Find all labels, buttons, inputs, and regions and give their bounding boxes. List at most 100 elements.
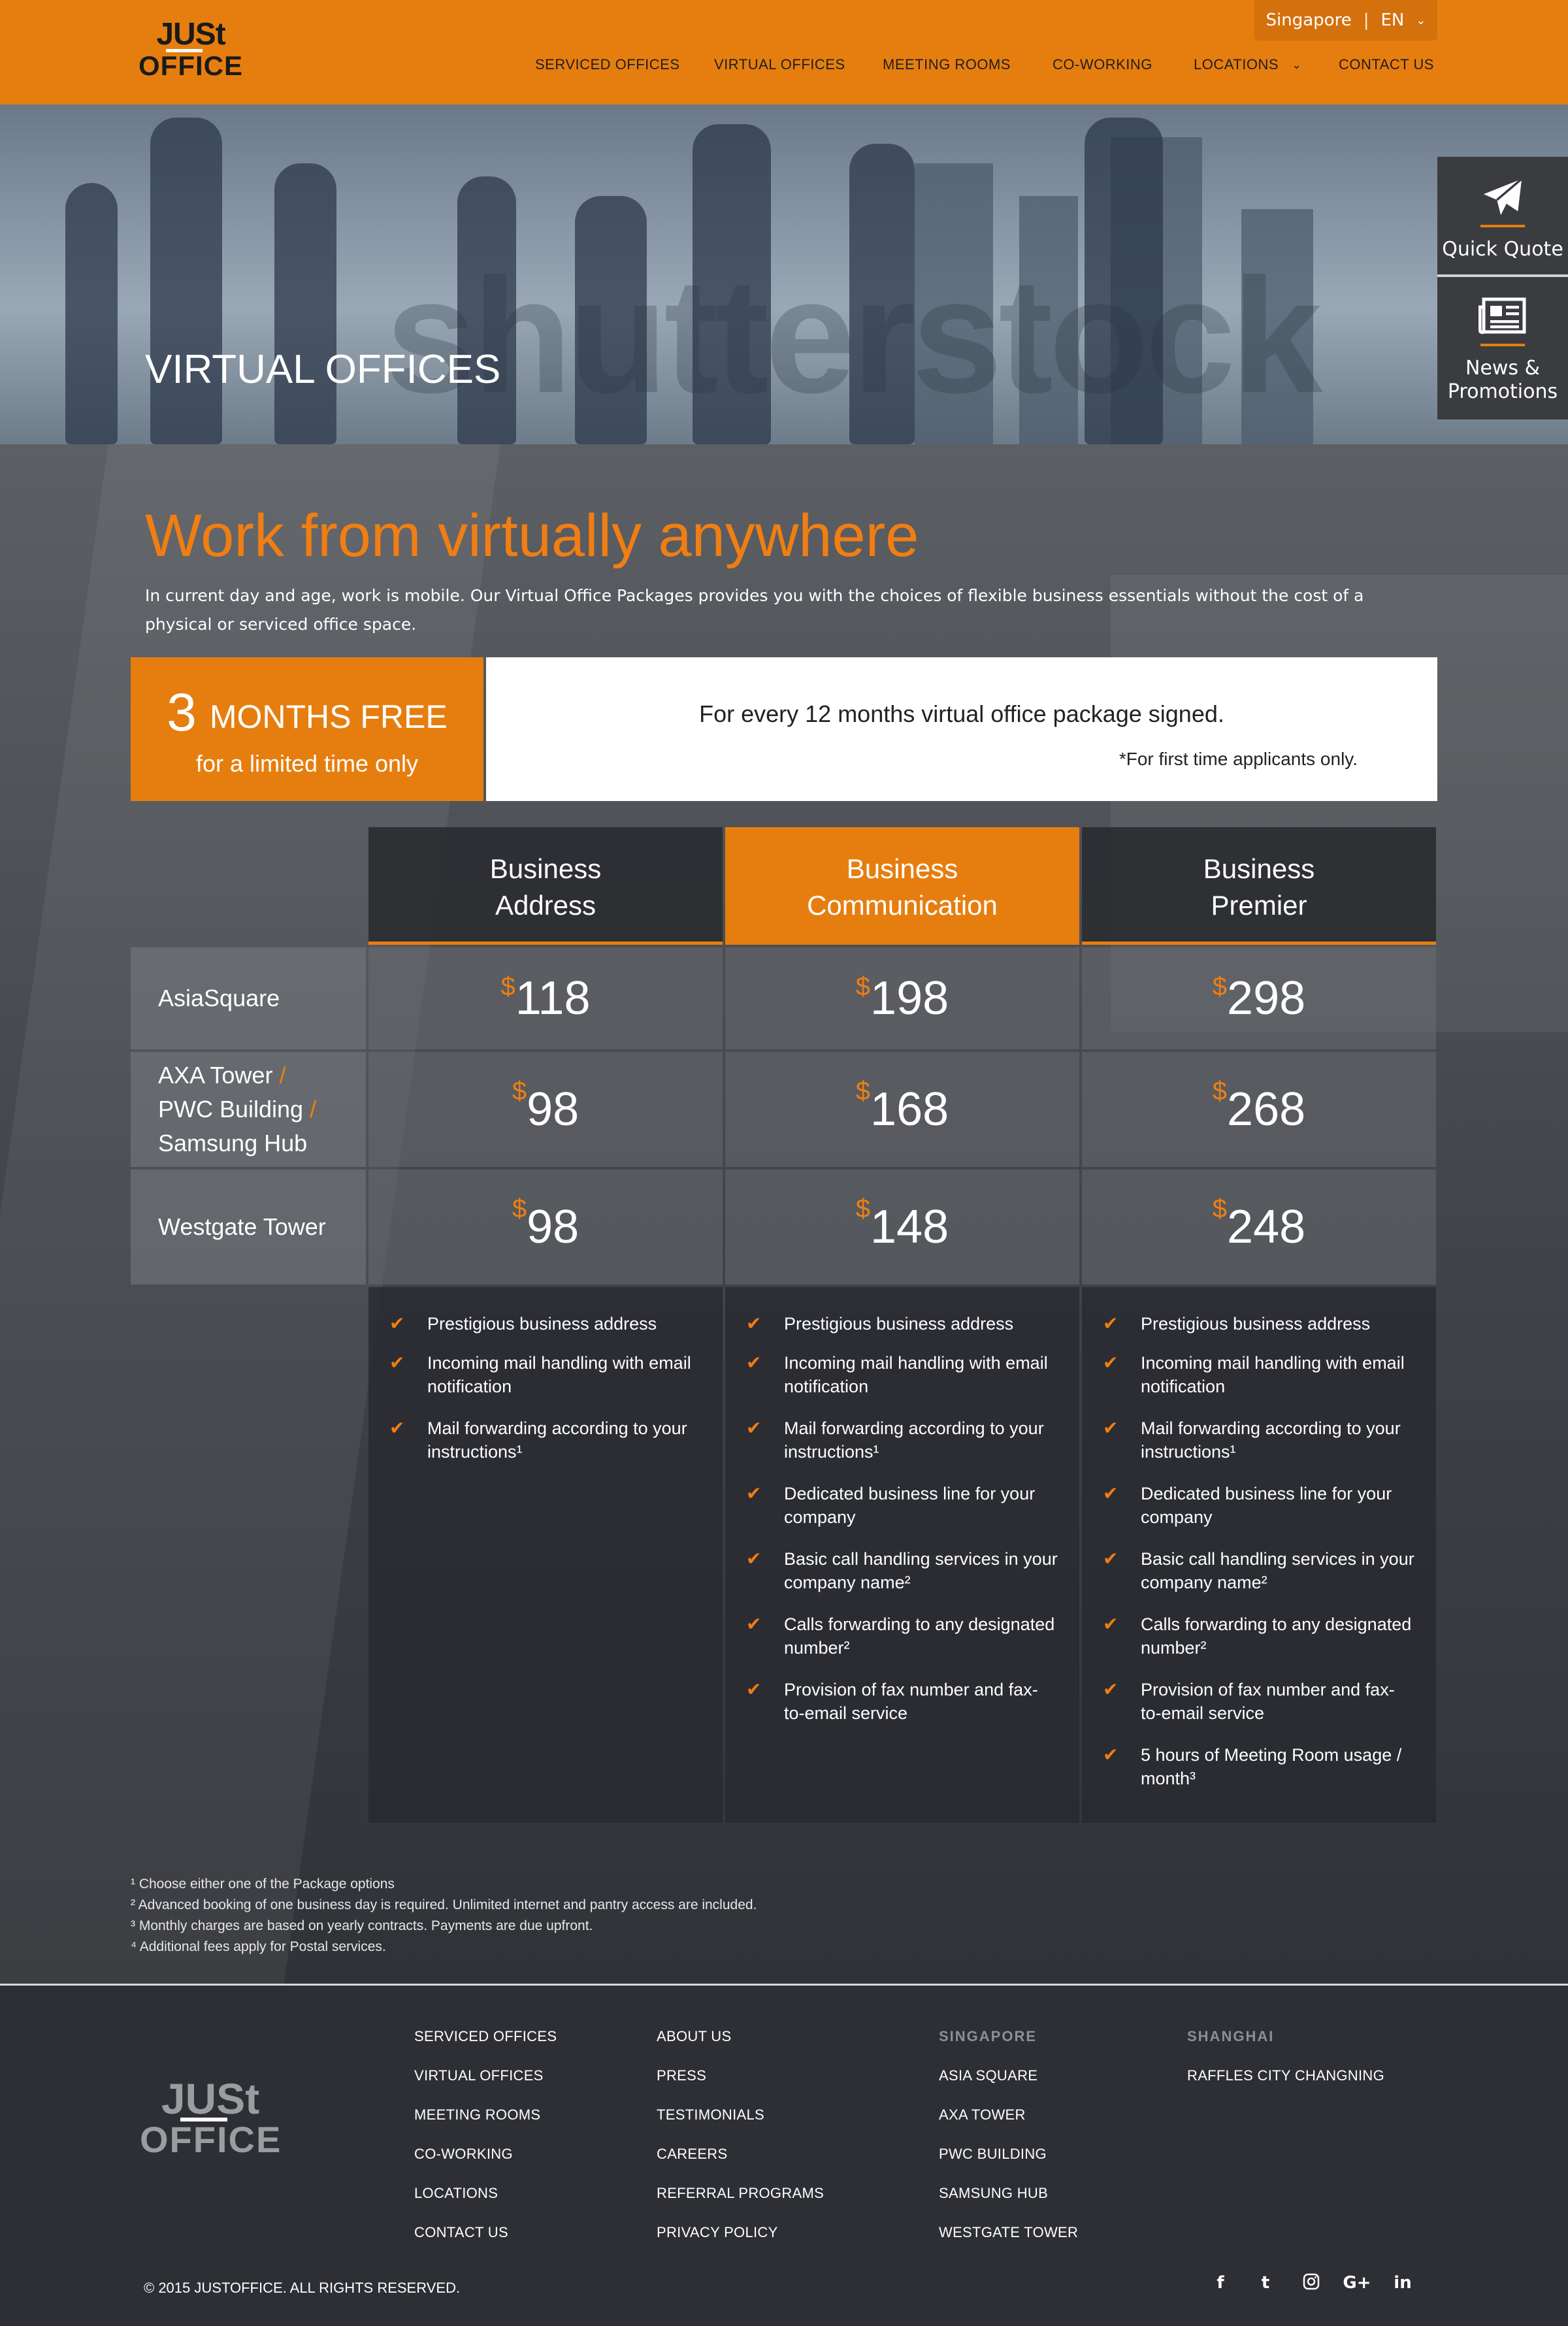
- logo-line1: JUSt: [156, 17, 225, 52]
- instagram-glyph: [1303, 2273, 1320, 2290]
- package-name: Business Address: [368, 851, 723, 924]
- currency-symbol: $: [855, 972, 871, 1001]
- check-icon: ✔: [746, 1418, 762, 1438]
- footer-link[interactable]: LOCATIONS: [414, 2174, 557, 2213]
- currency-symbol: $: [512, 1077, 527, 1106]
- nav-locations[interactable]: LOCATIONS ⌄: [1194, 55, 1302, 74]
- check-icon: ✔: [746, 1313, 762, 1334]
- footnote: ¹ Choose either one of the Package optio…: [131, 1876, 395, 1892]
- chevron-down-icon: ⌄: [1416, 13, 1426, 27]
- feature-text: Calls forwarding to any designated numbe…: [784, 1614, 1055, 1658]
- google-plus-icon[interactable]: G+: [1341, 2273, 1373, 2293]
- footer-link[interactable]: TESTIMONIALS: [657, 2095, 824, 2135]
- site-footer: JUSt OFFICE SERVICED OFFICES VIRTUAL OFF…: [0, 1984, 1568, 2326]
- currency-symbol: $: [512, 1194, 527, 1223]
- promo-footnote: *For first time applicants only.: [1119, 749, 1358, 769]
- feature-item: ✔ Dedicated business line for your compan…: [746, 1482, 1058, 1529]
- check-icon: ✔: [1103, 1352, 1119, 1373]
- footer-link[interactable]: SERVICED OFFICES: [414, 2017, 557, 2056]
- check-icon: ✔: [746, 1352, 762, 1373]
- package-name-line2: Premier: [1211, 890, 1307, 921]
- instagram-icon[interactable]: [1295, 2273, 1328, 2295]
- promo-badge: 3 MONTHS FREE for a limited time only: [131, 657, 483, 801]
- footer-link[interactable]: ASIA SQUARE: [939, 2056, 1078, 2095]
- location-name: AXA Tower: [158, 1062, 273, 1089]
- footer-link[interactable]: PRESS: [657, 2056, 824, 2095]
- logo[interactable]: JUSt OFFICE: [139, 18, 243, 85]
- footer-link[interactable]: WESTGATE TOWER: [939, 2213, 1078, 2252]
- check-icon: ✔: [746, 1483, 762, 1503]
- package-name-line1: Business: [489, 853, 602, 884]
- footer-logo[interactable]: JUSt OFFICE: [140, 2077, 281, 2169]
- newspaper-icon: [1478, 297, 1526, 335]
- feature-item: ✔ Dedicated business line for your compan…: [1103, 1482, 1415, 1529]
- footer-link[interactable]: MEETING ROOMS: [414, 2095, 557, 2135]
- footer-link[interactable]: CONTACT US: [414, 2213, 557, 2252]
- package-name: Business Premier: [1082, 851, 1436, 924]
- price-amount: 298: [1227, 972, 1306, 1024]
- nav-co-working[interactable]: CO-WORKING: [1053, 55, 1152, 74]
- footer-link[interactable]: RAFFLES CITY CHANGNING: [1187, 2056, 1384, 2095]
- nav-contact-us[interactable]: CONTACT US: [1339, 55, 1434, 74]
- footer-link[interactable]: SAMSUNG HUB: [939, 2174, 1078, 2213]
- check-icon: ✔: [1103, 1313, 1119, 1334]
- price-amount: 98: [527, 1201, 580, 1253]
- check-icon: ✔: [1103, 1745, 1119, 1765]
- check-icon: ✔: [1103, 1483, 1119, 1503]
- price-cell: $98: [368, 1052, 723, 1167]
- footer-link[interactable]: CO-WORKING: [414, 2135, 557, 2174]
- quick-quote-button[interactable]: Quick Quote: [1437, 157, 1568, 276]
- news-promotions-button[interactable]: News & Promotions: [1437, 277, 1568, 403]
- currency-symbol: $: [1212, 1077, 1228, 1106]
- locale-selector[interactable]: Singapore | EN ⌄: [1254, 0, 1437, 41]
- feature-item: ✔ Basic call handling services in your co…: [746, 1547, 1058, 1594]
- twitter-icon[interactable]: t: [1249, 2273, 1282, 2293]
- price-cell: $248: [1082, 1170, 1436, 1285]
- footer-column-shanghai: SHANGHAI RAFFLES CITY CHANGNING: [1187, 2017, 1384, 2095]
- feature-text: Prestigious business address: [427, 1314, 657, 1334]
- footer-link[interactable]: PRIVACY POLICY: [657, 2213, 824, 2252]
- logo-underline: [166, 49, 203, 52]
- package-name-line2: Communication: [807, 890, 998, 921]
- price-cell: $298: [1082, 947, 1436, 1049]
- page-title: VIRTUAL OFFICES: [145, 347, 501, 392]
- nav-serviced-offices[interactable]: SERVICED OFFICES: [535, 55, 680, 74]
- logo-line2: OFFICE: [139, 50, 243, 81]
- location-row-label: Westgate Tower: [131, 1170, 366, 1285]
- check-icon: ✔: [389, 1313, 405, 1334]
- price-amount: 268: [1227, 1083, 1306, 1136]
- footer-link[interactable]: PWC BUILDING: [939, 2135, 1078, 2174]
- feature-text: Mail forwarding according to your instru…: [784, 1418, 1044, 1462]
- feature-text: Calls forwarding to any designated numbe…: [1141, 1614, 1412, 1658]
- promo-headline: 3 MONTHS FREE: [131, 682, 483, 744]
- footer-column-company: ABOUT US PRESS TESTIMONIALS CAREERS REFE…: [657, 2017, 824, 2252]
- promo-details: For every 12 months virtual office packa…: [486, 657, 1437, 801]
- silhouette: [150, 118, 222, 444]
- footer-logo-line2: OFFICE: [140, 2119, 282, 2160]
- price-amount: 148: [870, 1201, 949, 1253]
- feature-text: Mail forwarding according to your instru…: [427, 1418, 687, 1462]
- nav-virtual-offices[interactable]: VIRTUAL OFFICES: [714, 55, 845, 74]
- feature-item: ✔ Incoming mail handling with email notif…: [1103, 1351, 1415, 1398]
- footer-column-services: SERVICED OFFICES VIRTUAL OFFICES MEETING…: [414, 2017, 557, 2252]
- package-name-line1: Business: [1203, 853, 1315, 884]
- footer-link[interactable]: ABOUT US: [657, 2017, 824, 2056]
- facebook-icon[interactable]: f: [1204, 2273, 1237, 2293]
- currency-symbol: $: [1212, 972, 1228, 1001]
- news-underline: [1480, 344, 1525, 346]
- feature-item: ✔ 5 hours of Meeting Room usage / month³: [1103, 1743, 1415, 1790]
- feature-text: Basic call handling services in your com…: [1141, 1549, 1414, 1592]
- footer-column-singapore: SINGAPORE ASIA SQUARE AXA TOWER PWC BUIL…: [939, 2017, 1078, 2252]
- nav-meeting-rooms[interactable]: MEETING ROOMS: [883, 55, 1011, 74]
- promo-subtext: for a limited time only: [195, 750, 419, 777]
- currency-symbol: $: [855, 1077, 871, 1106]
- footer-link[interactable]: REFERRAL PROGRAMS: [657, 2174, 824, 2213]
- footer-link[interactable]: AXA TOWER: [939, 2095, 1078, 2135]
- package-name-line1: Business: [846, 853, 958, 884]
- price-cell: $98: [368, 1170, 723, 1285]
- copyright: © 2015 JUSTOFFICE. ALL RIGHTS RESERVED.: [144, 2280, 461, 2296]
- footer-link[interactable]: CAREERS: [657, 2135, 824, 2174]
- feature-item: ✔ Calls forwarding to any designated numb…: [746, 1613, 1058, 1660]
- linkedin-icon[interactable]: in: [1386, 2273, 1419, 2293]
- footer-link[interactable]: VIRTUAL OFFICES: [414, 2056, 557, 2095]
